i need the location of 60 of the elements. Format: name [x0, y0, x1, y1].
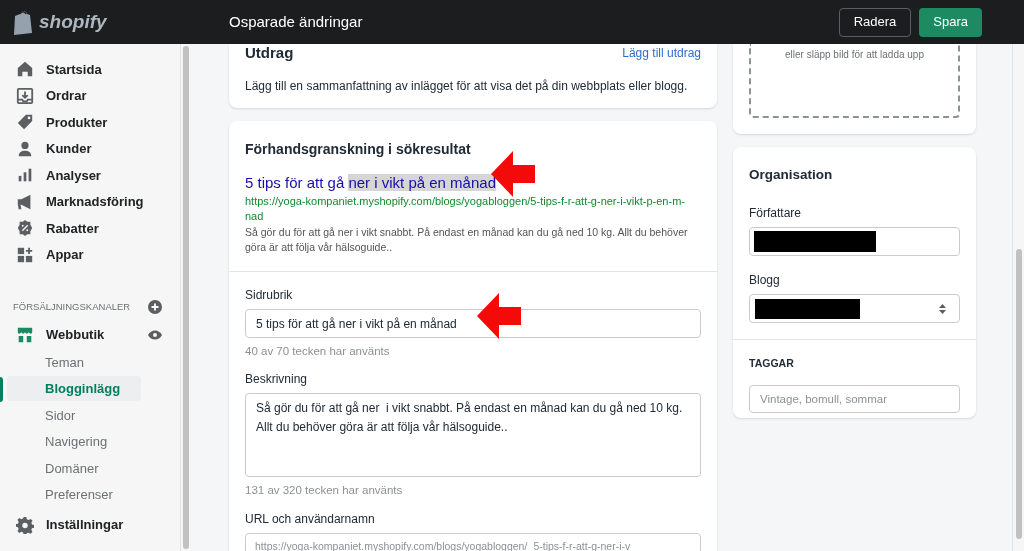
nav-subitem[interactable]: Preferenser: [7, 482, 141, 508]
discount-badge-icon: [16, 219, 34, 238]
page-status-title: Osparade ändringar: [229, 11, 364, 32]
nav-subitem[interactable]: Blogginlägg: [7, 376, 141, 402]
author-field[interactable]: [749, 227, 960, 257]
field-label: Författare: [749, 205, 803, 223]
nav-item[interactable]: Kunder: [0, 135, 180, 162]
text-area[interactable]: Så gör du för att gå ner i vikt snabbt. På endast en månad kan du gå ned 10 kg. Allt du behöver göra är att följa vår hälsoguide..: [245, 393, 701, 478]
shopping-bag-icon: [12, 9, 34, 35]
active-indicator: [0, 376, 3, 402]
character-count: 131 av 320 tecken har använts: [245, 483, 404, 499]
plus-circle-icon[interactable]: [148, 300, 162, 314]
card-title: Utdrag: [245, 43, 294, 63]
search-preview-description: Så gör du för att gå ner i vikt snabbt. På endast en månad kan du gå ned 10 kg. Allt du behöver göra är att följa vår hälsoguide..: [245, 225, 689, 255]
nav-item[interactable]: Webbutik: [16, 325, 105, 345]
home-icon: [16, 60, 34, 79]
delete-button[interactable]: Radera: [838, 7, 912, 37]
nav-subitem[interactable]: Teman: [7, 349, 141, 375]
save-button[interactable]: Spara: [919, 7, 982, 37]
section-heading: TAGGAR: [749, 356, 795, 372]
inbox-download-icon: [16, 86, 34, 105]
text-field[interactable]: 5 tips för att gå ner i vikt på en månad: [245, 309, 701, 338]
image-drop-zone[interactable]: eller släpp bild för att ladda upp: [749, 44, 960, 118]
person-icon: [16, 139, 34, 158]
nav-item[interactable]: Marknadsföring: [0, 188, 180, 215]
nav-item[interactable]: Ordrar: [0, 82, 180, 109]
nav-item[interactable]: Analyser: [0, 162, 180, 189]
eye-icon[interactable]: [148, 330, 162, 340]
storefront-icon: [16, 326, 34, 344]
search-preview-url: https://yoga-kompaniet.myshopify.com/blogs/yogabloggen/5-tips-f-r-att-g-ner-i-vikt-p-en-m-nad: [245, 194, 686, 224]
settings-nav-item[interactable]: Inställningar: [0, 512, 180, 538]
nav-item[interactable]: Produkter: [0, 109, 180, 136]
apps-grid-icon: [16, 245, 34, 264]
tag-icon: [16, 113, 34, 132]
add-excerpt-link[interactable]: Lägg till utdrag: [622, 44, 701, 65]
field-label: URL och användarnamn: [245, 510, 376, 528]
page-scrollbar[interactable]: [1012, 44, 1024, 551]
card-title: Organisation: [749, 166, 834, 184]
select-arrows-icon: [939, 303, 946, 314]
field-label: Beskrivning: [245, 371, 309, 389]
card-description: Lägg till en sammanfattning av inlägget för att visa det på din webbplats eller blogg.: [245, 77, 689, 95]
nav-item[interactable]: Appar: [0, 241, 180, 268]
brand-logo: shopify: [39, 9, 107, 34]
pointer-arrow-icon: [477, 293, 521, 339]
sidebar-scrollbar[interactable]: [180, 44, 190, 551]
settings-icon: [16, 516, 34, 534]
nav-item[interactable]: Startsida: [0, 56, 180, 83]
character-count: 40 av 70 tecken har använts: [245, 344, 391, 359]
tags-field[interactable]: Vintage, bomull, sommar: [749, 385, 960, 413]
blog-select[interactable]: [749, 294, 960, 324]
section-heading: FÖRSÄLJNINGSKANALER: [13, 299, 131, 314]
nav-item[interactable]: Rabatter: [0, 215, 180, 242]
drop-zone-hint: eller släpp bild för att ladda upp: [785, 48, 924, 62]
field-label: Blogg: [749, 272, 781, 290]
card-title: Förhandsgranskning i sökresultat: [245, 139, 472, 159]
search-preview-title[interactable]: 5 tips för att gå ner i vikt på en månad: [245, 171, 496, 194]
field-label: Sidrubrik: [245, 287, 294, 304]
nav-subitem[interactable]: Sidor: [7, 402, 141, 428]
nav-subitem[interactable]: Navigering: [7, 429, 141, 455]
nav-subitem[interactable]: Domäner: [7, 455, 141, 481]
